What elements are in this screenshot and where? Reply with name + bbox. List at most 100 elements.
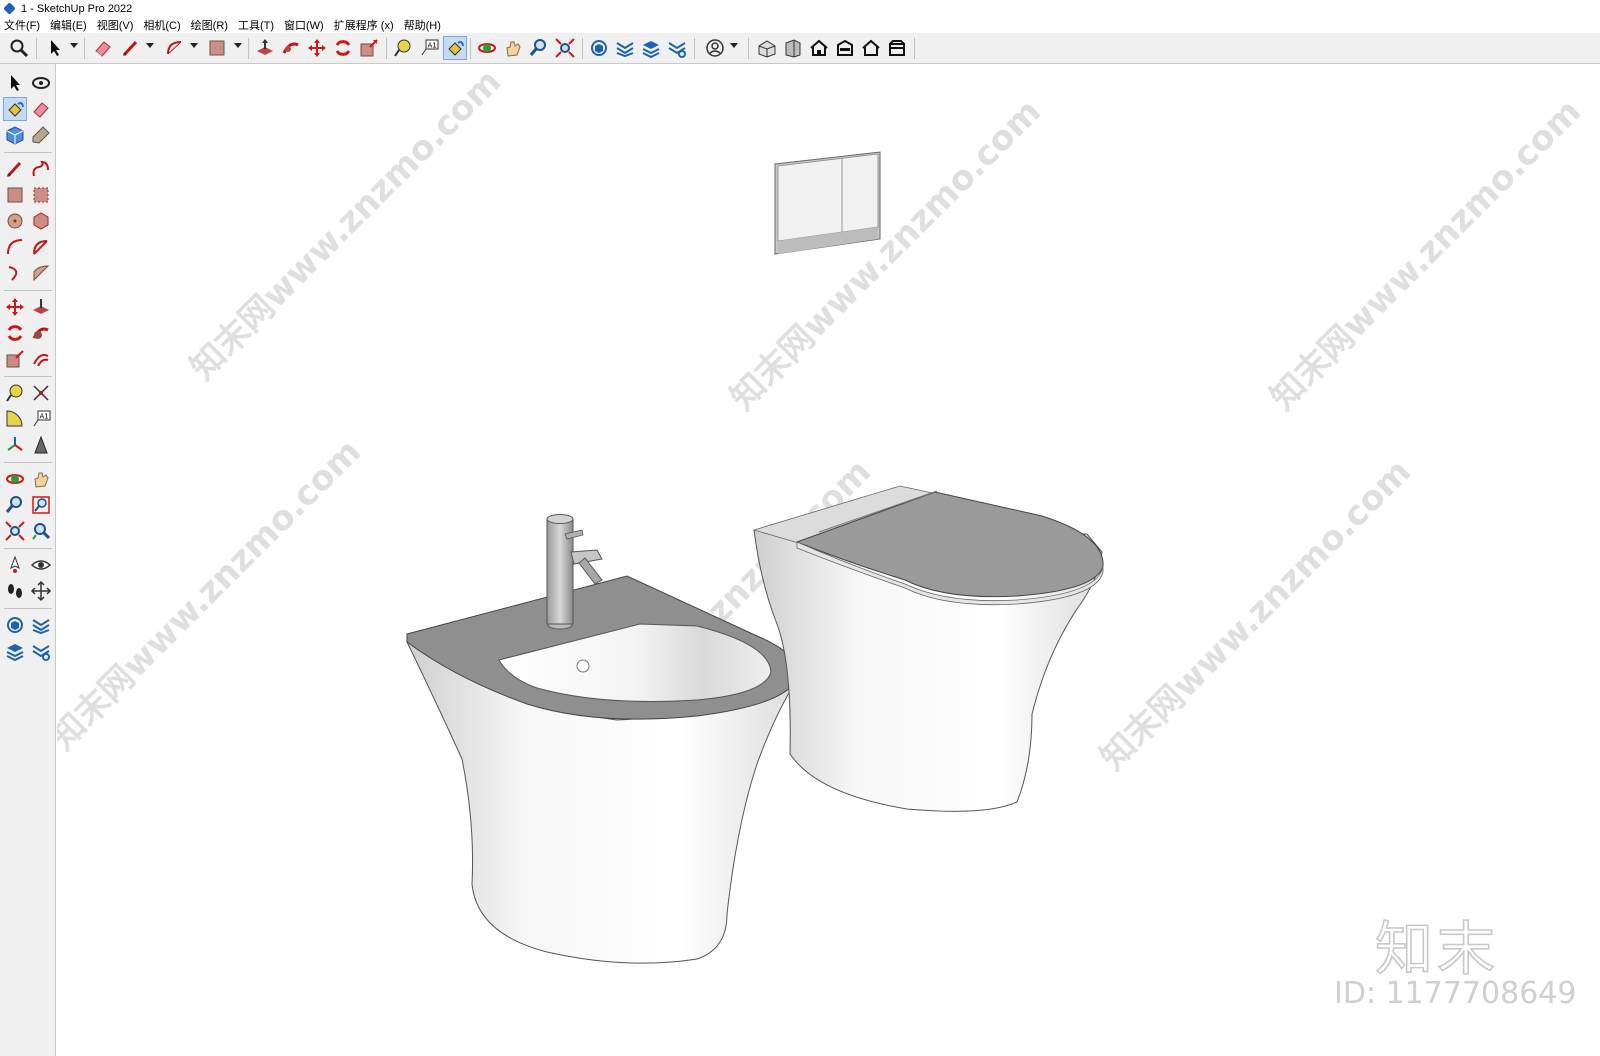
circle-icon[interactable] (4, 210, 26, 232)
push-pull-icon[interactable] (30, 296, 52, 318)
menu-camera[interactable]: 相机(C) (143, 17, 180, 33)
window-title: 1 - SketchUp Pro 2022 (21, 2, 133, 15)
arc-dropdown-icon[interactable] (190, 43, 198, 48)
zoom-icon[interactable] (8, 37, 30, 59)
top-view-icon[interactable] (834, 37, 856, 59)
freehand-icon[interactable] (30, 158, 52, 180)
layers-icon[interactable] (640, 37, 662, 59)
menu-edit[interactable]: 编辑(E) (50, 17, 87, 33)
extension-warehouse-icon[interactable] (30, 614, 52, 636)
arc-icon[interactable] (4, 236, 26, 258)
polygon-icon[interactable] (30, 210, 52, 232)
look-around-icon[interactable] (30, 554, 52, 576)
move-icon[interactable] (4, 296, 26, 318)
layout-icon[interactable] (4, 640, 26, 662)
menu-window[interactable]: 窗口(W) (284, 17, 324, 33)
orbit-icon[interactable] (476, 37, 498, 59)
axes-icon[interactable] (4, 434, 26, 456)
left-view-icon[interactable] (886, 37, 908, 59)
model-scene (405, 151, 1104, 964)
section-plane-icon[interactable] (30, 580, 52, 602)
tag-icon[interactable] (30, 124, 52, 146)
text-icon[interactable]: A1 (418, 37, 440, 59)
sync-icon[interactable] (30, 640, 52, 662)
zoom-extents-icon[interactable] (554, 37, 576, 59)
menu-tools[interactable]: 工具(T) (238, 17, 274, 33)
eraser-icon[interactable] (30, 98, 52, 120)
two-point-arc-icon[interactable] (30, 262, 52, 284)
tape-measure-icon[interactable] (392, 37, 414, 59)
paint-bucket-icon[interactable] (3, 97, 27, 121)
warehouse-icon[interactable] (588, 37, 610, 59)
menu-bar: 文件(F) 编辑(E) 视图(V) 相机(C) 绘图(R) 工具(T) 窗口(W… (0, 17, 1600, 33)
svg-text:A1: A1 (428, 42, 437, 50)
push-pull-icon[interactable] (254, 37, 276, 59)
front-view-icon[interactable] (782, 37, 804, 59)
bidet (405, 514, 800, 964)
id-watermark: ID: 1177708649 (1334, 976, 1577, 1011)
rectangle-dropdown-icon[interactable] (234, 43, 242, 48)
rectangle-icon[interactable] (206, 37, 228, 59)
paint-bucket-icon[interactable] (443, 36, 467, 60)
component-icon[interactable] (4, 124, 26, 146)
iso-view-icon[interactable] (756, 37, 778, 59)
back-view-icon[interactable] (860, 37, 882, 59)
account-icon[interactable] (704, 37, 726, 59)
pan-icon[interactable] (30, 468, 52, 490)
follow-me-icon[interactable] (280, 37, 302, 59)
main-toolbar: A1 (0, 33, 1600, 64)
rotated-rectangle-icon[interactable] (30, 184, 52, 206)
rectangle-icon[interactable] (4, 184, 26, 206)
extension-icon[interactable] (614, 37, 636, 59)
menu-view[interactable]: 视图(V) (97, 17, 134, 33)
previous-view-icon[interactable] (30, 520, 52, 542)
walk-icon[interactable] (4, 580, 26, 602)
3d-warehouse-icon[interactable] (666, 37, 688, 59)
menu-extensions[interactable]: 扩展程序 (x) (334, 17, 394, 33)
move-icon[interactable] (306, 37, 328, 59)
scale-icon[interactable] (358, 37, 380, 59)
model-viewport[interactable]: 知末网www.znzmo.com 知末网www.znzmo.com 知末网www… (57, 64, 1600, 1056)
orbit-tool-icon[interactable] (4, 468, 26, 490)
svg-text:A1: A1 (40, 413, 49, 421)
select-icon[interactable] (4, 72, 26, 94)
zoom-extents-icon[interactable] (4, 520, 26, 542)
menu-draw[interactable]: 绘图(R) (191, 17, 228, 33)
orbit-icon[interactable] (30, 72, 52, 94)
pie-icon[interactable] (30, 236, 52, 258)
sketchup-logo-icon (3, 2, 16, 15)
account-dropdown-icon[interactable] (730, 43, 738, 48)
arc-icon[interactable] (164, 37, 186, 59)
home-view-icon[interactable] (808, 37, 830, 59)
select-dropdown-icon[interactable] (70, 43, 78, 48)
position-camera-icon[interactable] (4, 554, 26, 576)
zoom-tool-icon[interactable] (528, 37, 550, 59)
pencil-icon[interactable] (4, 158, 26, 180)
menu-file[interactable]: 文件(F) (4, 17, 40, 33)
eraser-icon[interactable] (92, 37, 114, 59)
scale-icon[interactable] (4, 348, 26, 370)
flush-plate (774, 151, 881, 255)
three-point-arc-icon[interactable] (4, 262, 26, 284)
pencil-dropdown-icon[interactable] (146, 43, 154, 48)
text-icon[interactable]: A1 (30, 408, 52, 430)
dimension-icon[interactable] (30, 382, 52, 404)
brand-watermark: 知末 (1374, 914, 1500, 984)
rotate-icon[interactable] (4, 322, 26, 344)
follow-me-icon[interactable] (30, 322, 52, 344)
zoom-icon[interactable] (4, 494, 26, 516)
tape-measure-icon[interactable] (4, 382, 26, 404)
3d-text-icon[interactable] (30, 434, 52, 456)
rotate-icon[interactable] (332, 37, 354, 59)
protractor-icon[interactable] (4, 408, 26, 430)
zoom-window-icon[interactable] (30, 494, 52, 516)
toilet (752, 485, 1104, 812)
select-icon[interactable] (44, 37, 66, 59)
menu-help[interactable]: 帮助(H) (404, 17, 441, 33)
title-bar: 1 - SketchUp Pro 2022 (0, 0, 1600, 17)
pencil-icon[interactable] (120, 37, 142, 59)
left-toolbar: A1 (0, 64, 56, 1056)
offset-icon[interactable] (30, 348, 52, 370)
warehouse-icon[interactable] (4, 614, 26, 636)
pan-icon[interactable] (502, 37, 524, 59)
